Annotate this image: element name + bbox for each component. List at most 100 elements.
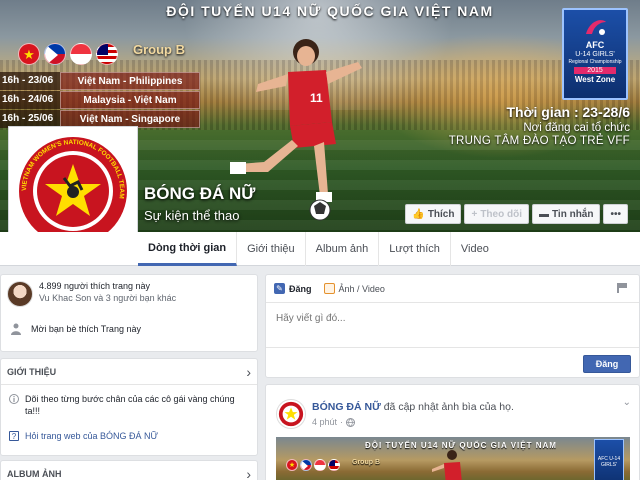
fixture-match: Việt Nam - Philippines: [60, 72, 200, 90]
composer-tabs: ✎ Đăng Ảnh / Video: [266, 275, 639, 303]
tab-timeline[interactable]: Dòng thời gian: [138, 232, 238, 266]
fixture-date: 16h - 24/06: [0, 91, 60, 109]
afc-zone: West Zone: [574, 75, 616, 84]
group-flags: ★: [18, 43, 118, 65]
post-image-afc-logo: AFC U-14 GIRLS': [594, 439, 624, 480]
likes-count: 4.899 người thích trang này: [39, 281, 150, 291]
post-author[interactable]: BÓNG ĐÁ NỮ: [312, 401, 381, 413]
post-meta: 4 phút ·: [312, 417, 356, 427]
friends-who-like[interactable]: Vu Khac Son và 3 người bạn khác: [39, 293, 176, 303]
post-button[interactable]: Đăng: [583, 355, 631, 373]
flag-icon[interactable]: [617, 283, 627, 293]
fixture-date: 16h - 23/06: [0, 72, 60, 90]
album-heading: ALBUM ẢNH: [7, 468, 62, 479]
post-cover-image[interactable]: ĐỘI TUYỂN U14 NỮ QUỐC GIA VIỆT NAM ★ Gro…: [276, 437, 630, 480]
svg-text:11: 11: [310, 91, 323, 105]
afc-year: 2015: [574, 67, 616, 74]
tab-photos[interactable]: Album ảnh: [306, 232, 380, 266]
vietnam-flag-icon: ★: [286, 459, 298, 471]
tabs: Dòng thời gian Giới thiệu Album ảnh Lượt…: [138, 232, 499, 266]
post-image-flags: ★: [286, 459, 340, 471]
composer-tab-photo-label: Ảnh / Video: [338, 283, 385, 294]
tab-about[interactable]: Giới thiệu: [237, 232, 306, 266]
composer-footer: Đăng: [266, 347, 639, 377]
like-label: Thích: [427, 208, 455, 220]
friend-avatar[interactable]: [7, 281, 33, 307]
philippines-flag-icon: [44, 43, 66, 65]
post-author-avatar[interactable]: [276, 399, 306, 429]
afc-championship-logo: AFC U-14 GIRLS' Regional Championship 20…: [562, 8, 628, 100]
group-label: Group B: [133, 42, 185, 57]
likes-card: 4.899 người thích trang này Vu Khac Son …: [0, 274, 258, 352]
intro-heading: GIỚI THIỆU: [7, 366, 57, 377]
invite-friends[interactable]: Mời bạn bè thích Trang này: [11, 323, 141, 335]
more-options-button[interactable]: •••: [603, 204, 628, 224]
philippines-flag-icon: [300, 459, 312, 471]
event-time: Thời gian : 23-28/6: [506, 104, 630, 120]
message-label: Tin nhắn: [552, 208, 594, 220]
message-button[interactable]: ▬ Tin nhắn: [532, 204, 601, 224]
intro-description: Dõi theo từng bước chân của các cô gái v…: [9, 393, 247, 417]
vietnam-flag-icon: ★: [18, 43, 40, 65]
page-tab-bar: Dòng thời gian Giới thiệu Album ảnh Lượt…: [0, 232, 640, 266]
cover-title: ĐỘI TUYỂN U14 NỮ QUỐC GIA VIỆT NAM: [166, 3, 494, 19]
afc-emblem-icon: [586, 20, 606, 35]
follow-button[interactable]: + Theo dõi: [464, 204, 529, 224]
afc-name: AFC: [585, 40, 605, 50]
post-options-chevron-icon[interactable]: ⌄: [623, 397, 631, 408]
composer-tab-post[interactable]: ✎ Đăng: [274, 283, 312, 294]
post-time[interactable]: 4 phút: [312, 417, 337, 427]
host-name: TRUNG TÂM ĐÀO TẠO TRẺ VFF: [448, 135, 630, 147]
invite-text: Mời bạn bè thích Trang này: [31, 324, 141, 334]
thumbs-up-icon: 👍: [412, 208, 425, 220]
afc-line2: Regional Championship: [568, 59, 622, 65]
fixture-row: 16h - 24/06 Malaysia - Việt Nam: [0, 91, 200, 109]
person-icon: [11, 323, 21, 335]
intro-header[interactable]: GIỚI THIỆU ›: [1, 359, 257, 385]
ask-website-link[interactable]: ? Hỏi trang web của BÓNG ĐÁ NỮ: [9, 431, 158, 441]
post-header: BÓNG ĐÁ NỮ đã cập nhật ảnh bìa của họ.: [312, 401, 514, 413]
album-header[interactable]: ALBUM ẢNH ›: [1, 461, 257, 480]
tab-videos[interactable]: Video: [451, 232, 499, 266]
fixture-row: 16h - 23/06 Việt Nam - Philippines: [0, 72, 200, 90]
host-label: Nơi đăng cai tổ chức: [523, 122, 630, 134]
photo-icon: [323, 283, 335, 294]
separator-dot: ·: [340, 417, 344, 427]
post-image-player: [432, 450, 462, 480]
fixtures-table: 16h - 23/06 Việt Nam - Philippines 16h -…: [0, 72, 200, 129]
intro-description-text: Dõi theo từng bước chân của các cô gái v…: [25, 394, 235, 416]
more-dots-icon: •••: [610, 208, 621, 220]
composer-tab-photo[interactable]: Ảnh / Video: [323, 283, 385, 294]
post-action: đã cập nhật ảnh bìa của họ.: [383, 401, 514, 413]
follow-label: Theo dõi: [480, 208, 522, 220]
fixture-match: Malaysia - Việt Nam: [60, 91, 200, 109]
afc-line1: U-14 GIRLS': [575, 51, 615, 58]
chevron-right-icon: ›: [246, 465, 251, 480]
page-name[interactable]: BÓNG ĐÁ NỮ: [144, 184, 255, 204]
tab-likes[interactable]: Lượt thích: [379, 232, 451, 266]
likes-summary[interactable]: 4.899 người thích trang này Vu Khac Son …: [7, 281, 176, 307]
post-composer: ✎ Đăng Ảnh / Video Đăng: [265, 274, 640, 378]
event-info: Thời gian : 23-28/6 Nơi đăng cai tổ chức…: [449, 104, 630, 147]
info-icon: [9, 394, 19, 404]
malaysia-flag-icon: [96, 43, 118, 65]
globe-icon[interactable]: [346, 417, 356, 427]
question-icon: ?: [9, 431, 19, 441]
singapore-flag-icon: [70, 43, 92, 65]
ask-website-text: Hỏi trang web của BÓNG ĐÁ NỮ: [25, 431, 159, 441]
likes-text: 4.899 người thích trang này Vu Khac Son …: [39, 281, 176, 307]
composer-input[interactable]: [276, 313, 576, 324]
album-card: ALBUM ẢNH ›: [0, 460, 258, 480]
plus-icon: +: [471, 208, 478, 220]
message-icon: ▬: [539, 208, 549, 220]
pencil-icon: ✎: [274, 283, 285, 294]
malaysia-flag-icon: [328, 459, 340, 471]
page-actions: 👍 Thích + Theo dõi ▬ Tin nhắn •••: [405, 204, 628, 224]
post-image-group: Group B: [352, 459, 380, 466]
intro-card: GIỚI THIỆU › Dõi theo từng bước chân của…: [0, 358, 258, 456]
like-page-button[interactable]: 👍 Thích: [405, 204, 462, 224]
chevron-right-icon: ›: [246, 363, 251, 380]
timeline-post: BÓNG ĐÁ NỮ đã cập nhật ảnh bìa của họ. 4…: [265, 384, 640, 480]
page-category[interactable]: Sự kiện thể thao: [144, 208, 239, 223]
composer-tab-post-label: Đăng: [289, 283, 312, 294]
